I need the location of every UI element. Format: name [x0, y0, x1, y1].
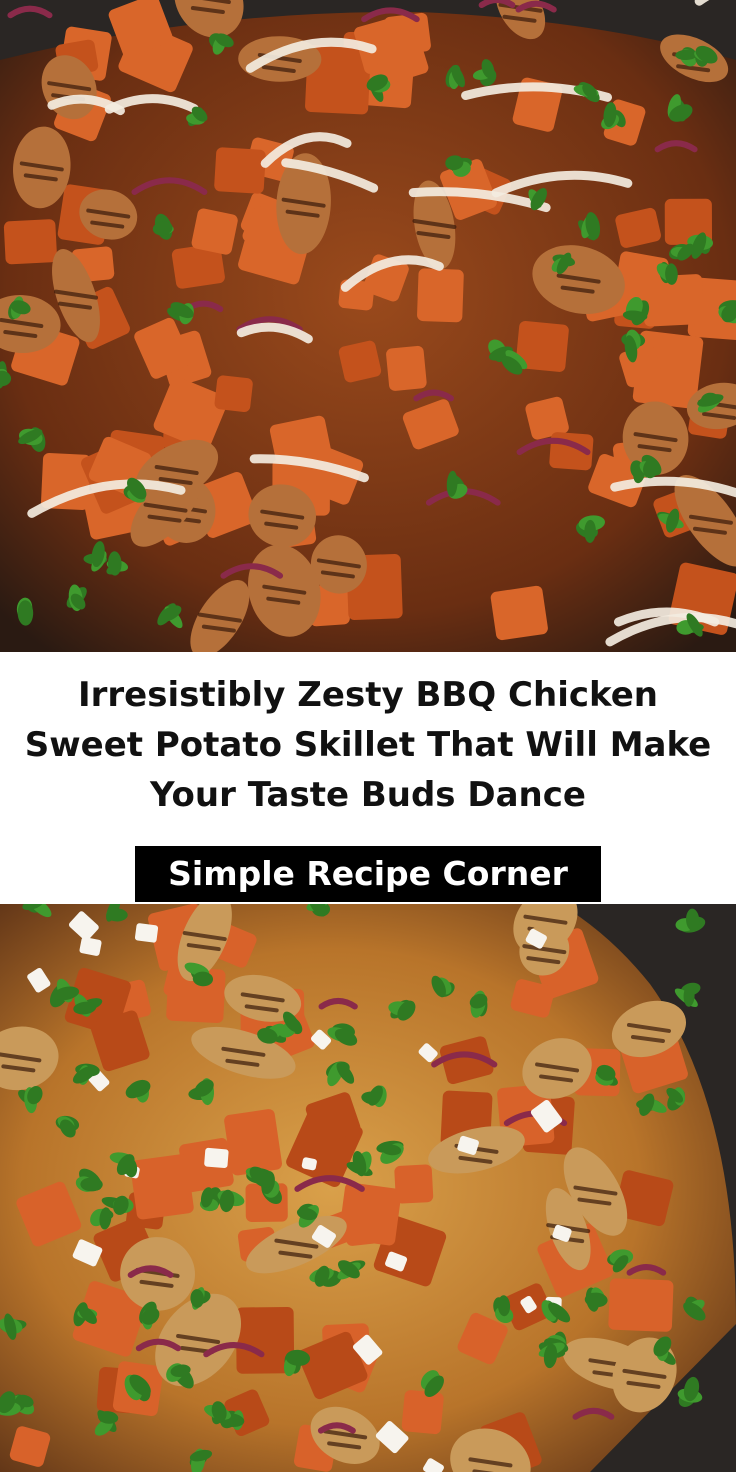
sweet-potato-cube: [417, 268, 464, 323]
sweet-potato-cube: [401, 1390, 444, 1435]
sweet-potato-cube: [386, 345, 427, 391]
sweet-potato-cube: [214, 147, 266, 194]
bbq-chicken-skillet-image: [0, 0, 736, 652]
sweet-potato-cube: [490, 585, 548, 641]
bottom-food-photo: [0, 904, 736, 1472]
sweet-potato-cube: [214, 375, 253, 413]
cheesy-skillet-image: [0, 904, 736, 1472]
sweet-potato-cube: [224, 1109, 283, 1176]
sweet-potato-cube: [191, 208, 238, 255]
sweet-potato-cube: [3, 219, 58, 265]
feta-cube: [204, 1147, 229, 1168]
sweet-potato-cube: [608, 1278, 674, 1332]
brand-banner: Simple Recipe Corner: [135, 846, 601, 902]
recipe-title: Irresistibly Zesty BBQ Chicken Sweet Pot…: [24, 675, 712, 815]
recipe-pin: Irresistibly Zesty BBQ Chicken Sweet Pot…: [0, 0, 736, 1472]
top-food-photo: [0, 0, 736, 652]
title-panel: Irresistibly Zesty BBQ Chicken Sweet Pot…: [0, 652, 736, 904]
sweet-potato-cube: [130, 1154, 194, 1220]
feta-cube: [134, 923, 159, 943]
